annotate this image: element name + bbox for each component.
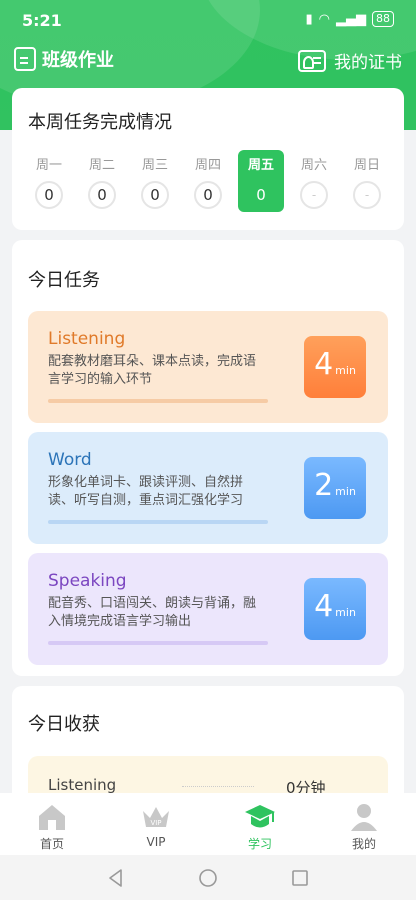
weekly-title: 本周任务完成情况 — [28, 112, 172, 133]
day-wednesday[interactable]: 周三 0 — [132, 150, 178, 210]
day-monday[interactable]: 周一 0 — [26, 150, 72, 210]
wifi-icon: ◠ — [318, 11, 330, 27]
document-icon — [14, 47, 36, 71]
bottom-tab-bar: 首页 VIP VIP 学习 我的 — [0, 793, 416, 855]
weekly-progress-card: 本周任务完成情况 周一 0 周二 0 周三 0 周四 0 周五 0 周六 - 周… — [12, 88, 404, 230]
harvest-dots — [182, 786, 254, 787]
day-thursday[interactable]: 周四 0 — [185, 150, 231, 210]
tab-vip[interactable]: VIP VIP — [104, 793, 208, 855]
task-description: 形象化单词卡、跟读评测、自然拼读、听写自测，重点词汇强化学习 — [48, 475, 244, 508]
my-certificate-button[interactable]: 我的证书 — [298, 48, 402, 73]
homework-title-button[interactable]: 班级作业 — [14, 46, 114, 72]
task-progress-bar — [48, 520, 268, 524]
crown-icon: VIP — [143, 807, 169, 827]
tab-study[interactable]: 学习 — [208, 793, 312, 855]
day-name: 周一 — [35, 158, 62, 173]
tab-label: VIP — [146, 835, 166, 849]
tab-home[interactable]: 首页 — [0, 793, 104, 855]
status-bar: 5:21 ▮ ◠ ▂▄▆ 88 — [0, 0, 416, 40]
day-name: 周五 — [247, 158, 274, 173]
harvest-title: 今日收获 — [28, 714, 100, 735]
day-name: 周六 — [300, 158, 327, 173]
week-row: 周一 0 周二 0 周三 0 周四 0 周五 0 周六 - 周日 - — [26, 150, 390, 212]
task-progress-bar — [48, 641, 268, 645]
task-word[interactable]: Word 形象化单词卡、跟读评测、自然拼读、听写自测，重点词汇强化学习 2 mi… — [28, 432, 388, 544]
home-icon — [39, 805, 65, 830]
task-listening[interactable]: Listening 配套教材磨耳朵、课本点读，完成语言学习的输入环节 4 min — [28, 311, 388, 423]
day-count: 0 — [35, 181, 63, 209]
day-saturday[interactable]: 周六 - — [291, 150, 337, 210]
back-icon[interactable] — [106, 868, 126, 888]
signal-icon: ▂▄▆ — [336, 11, 366, 27]
day-count: 0 — [88, 181, 116, 209]
status-time: 5:21 — [22, 11, 62, 30]
day-count: 0 — [256, 186, 266, 204]
task-name: Listening — [48, 329, 126, 349]
person-icon — [351, 804, 377, 831]
tab-mine[interactable]: 我的 — [312, 793, 416, 855]
task-name: Speaking — [48, 571, 127, 591]
day-sunday[interactable]: 周日 - — [344, 150, 390, 210]
task-duration-badge: 2 min — [304, 457, 366, 519]
duration-unit: min — [335, 364, 356, 377]
day-friday-today[interactable]: 周五 0 — [238, 150, 284, 212]
day-name: 周二 — [88, 158, 115, 173]
task-progress-bar — [48, 399, 268, 403]
day-name: 周三 — [141, 158, 168, 173]
day-count: - — [300, 181, 328, 209]
status-icons: ▮ ◠ ▂▄▆ 88 — [305, 11, 394, 27]
today-tasks-title: 今日任务 — [28, 270, 100, 291]
duration-unit: min — [335, 606, 356, 619]
vibrate-icon: ▮ — [305, 11, 313, 27]
task-speaking[interactable]: Speaking 配音秀、口语闯关、朗读与背诵，融入情境完成语言学习输出 4 m… — [28, 553, 388, 665]
tab-label: 学习 — [247, 837, 272, 851]
day-tuesday[interactable]: 周二 0 — [79, 150, 125, 210]
svg-text:VIP: VIP — [150, 819, 161, 827]
certificate-icon — [298, 49, 326, 72]
duration-number: 4 — [314, 347, 334, 382]
day-name: 周四 — [194, 158, 221, 173]
home-circle-icon[interactable] — [198, 868, 218, 888]
battery-icon: 88 — [372, 11, 394, 27]
duration-unit: min — [335, 485, 356, 498]
day-count: - — [353, 181, 381, 209]
system-nav-bar — [0, 855, 416, 900]
task-name: Word — [48, 450, 92, 470]
task-description: 配套教材磨耳朵、课本点读，完成语言学习的输入环节 — [48, 354, 257, 387]
task-description: 配音秀、口语闯关、朗读与背诵，融入情境完成语言学习输出 — [48, 596, 257, 629]
recents-icon[interactable] — [290, 868, 310, 888]
certificate-label: 我的证书 — [334, 53, 402, 73]
tab-label: 首页 — [39, 837, 64, 851]
task-duration-badge: 4 min — [304, 336, 366, 398]
day-count: 0 — [194, 181, 222, 209]
duration-number: 4 — [314, 589, 334, 624]
page-title: 班级作业 — [42, 50, 114, 71]
today-tasks-card: 今日任务 Listening 配套教材磨耳朵、课本点读，完成语言学习的输入环节 … — [12, 240, 404, 676]
day-name: 周日 — [353, 158, 380, 173]
duration-number: 2 — [314, 468, 334, 503]
graduation-cap-icon — [245, 805, 275, 828]
task-duration-badge: 4 min — [304, 578, 366, 640]
day-count: 0 — [141, 181, 169, 209]
tab-label: 我的 — [351, 837, 376, 851]
harvest-name: Listening — [48, 776, 117, 794]
